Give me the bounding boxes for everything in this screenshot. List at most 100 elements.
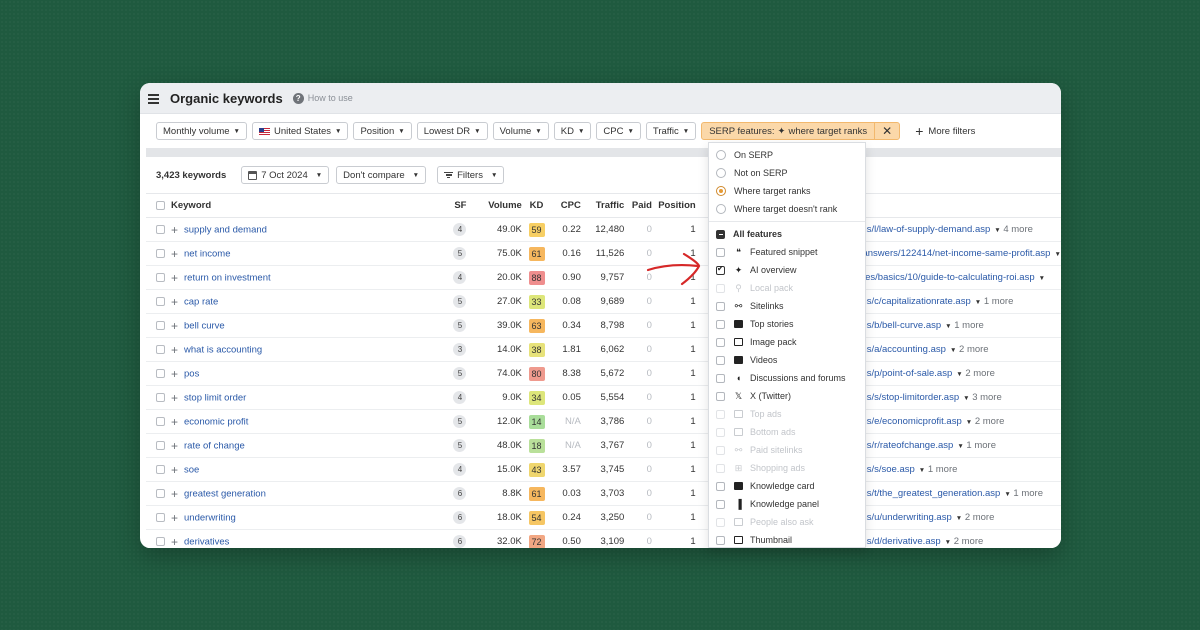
sf-cell[interactable]: 4 — [304, 385, 473, 410]
date-picker[interactable]: 7 Oct 2024 ▼ — [241, 166, 330, 184]
keyword-link[interactable]: cap rate — [184, 296, 218, 307]
sf-cell[interactable]: 5 — [304, 289, 473, 314]
row-checkbox[interactable] — [156, 249, 165, 258]
plus-icon[interactable]: + — [171, 367, 178, 381]
serp-features-filter[interactable]: SERP features: ✦ where target ranks ✕ — [701, 122, 901, 140]
more-urls[interactable]: 2 more — [965, 512, 995, 523]
feature-checkbox[interactable] — [716, 319, 725, 329]
chevron-down-icon[interactable]: ▼ — [975, 299, 981, 306]
sf-cell[interactable]: 4 — [304, 265, 473, 290]
filters-button[interactable]: Filters ▼ — [437, 166, 505, 184]
table-row[interactable]: + supply and demand 4 49.0K 59 0.22 12,480 0 1 er… — [146, 217, 1061, 242]
chevron-down-icon[interactable]: ▼ — [950, 347, 956, 354]
plus-icon[interactable]: + — [171, 535, 178, 549]
more-urls[interactable]: 4 more — [1003, 224, 1033, 235]
more-urls[interactable]: 2 more — [959, 344, 989, 355]
row-checkbox[interactable] — [156, 465, 165, 474]
keyword-link[interactable]: economic profit — [184, 416, 248, 427]
url-link[interactable]: erms/s/stop-limitorder.asp — [850, 392, 959, 403]
feature-checkbox[interactable] — [716, 247, 725, 257]
table-row[interactable]: + derivatives 6 32.0K 72 0.50 3,109 0 1 erms/d/de… — [146, 529, 1061, 549]
sf-badge[interactable]: 5 — [453, 319, 467, 332]
more-urls[interactable]: 2 more — [965, 368, 995, 379]
keyword-link[interactable]: supply and demand — [184, 224, 267, 235]
sf-badge[interactable]: 6 — [453, 535, 467, 548]
sf-badge[interactable]: 5 — [453, 439, 467, 452]
sf-cell[interactable]: 5 — [304, 313, 473, 338]
more-filters-button[interactable]: + More filters — [915, 123, 975, 139]
feature-option[interactable]: ✦ AI overview — [709, 261, 865, 279]
feature-checkbox[interactable] — [716, 481, 725, 491]
plus-icon[interactable]: + — [171, 463, 178, 477]
sf-cell[interactable]: 4 — [304, 217, 473, 242]
keyword-link[interactable]: what is accounting — [184, 344, 262, 355]
more-urls[interactable]: 2 more — [975, 416, 1005, 427]
sf-cell[interactable]: 5 — [304, 433, 473, 458]
table-row[interactable]: + what is accounting 3 14.0K 38 1.81 6,062 0 1 er… — [146, 337, 1061, 362]
more-urls[interactable]: 1 more — [984, 296, 1014, 307]
table-row[interactable]: + soe 4 15.0K 43 3.57 3,745 0 1 erms/s/soe.asp ▼ 1… — [146, 457, 1061, 482]
clear-filter-icon[interactable]: ✕ — [874, 123, 899, 139]
more-urls[interactable]: 1 more — [928, 464, 958, 475]
more-urls[interactable]: 1 more — [1013, 488, 1043, 499]
menu-icon[interactable] — [148, 93, 159, 104]
plus-icon[interactable]: + — [171, 223, 178, 237]
sf-badge[interactable]: 4 — [453, 271, 467, 284]
sf-cell[interactable]: 5 — [304, 241, 473, 266]
more-urls[interactable]: 1 more — [966, 440, 996, 451]
row-checkbox[interactable] — [156, 225, 165, 234]
row-checkbox[interactable] — [156, 273, 165, 282]
sf-badge[interactable]: 4 — [453, 391, 467, 404]
keyword-link[interactable]: soe — [184, 464, 199, 475]
keyword-link[interactable]: rate of change — [184, 440, 245, 451]
feature-option[interactable]: Thumbnail — [709, 531, 865, 547]
feature-checkbox[interactable] — [716, 391, 725, 401]
row-checkbox[interactable] — [156, 369, 165, 378]
feature-option[interactable]: ❝ Featured snippet — [709, 243, 865, 261]
row-checkbox[interactable] — [156, 297, 165, 306]
sf-badge[interactable]: 5 — [453, 415, 467, 428]
chevron-down-icon[interactable]: ▼ — [966, 419, 972, 426]
sf-badge[interactable]: 4 — [453, 463, 467, 476]
table-row[interactable]: + greatest generation 6 8.8K 61 0.03 3,703 0 1 er… — [146, 481, 1061, 506]
serp-option[interactable]: Where target doesn't rank — [709, 200, 865, 218]
plus-icon[interactable]: + — [171, 391, 178, 405]
all-features-checkbox[interactable] — [716, 229, 725, 239]
serp-features-open[interactable]: SERP features: ✦ where target ranks — [702, 126, 874, 137]
chevron-down-icon[interactable]: ▼ — [963, 395, 969, 402]
sf-cell[interactable]: 5 — [304, 409, 473, 434]
column-position[interactable]: Position — [651, 193, 696, 218]
country-dropdown[interactable]: United States ▼ — [251, 122, 349, 140]
keyword-link[interactable]: derivatives — [184, 536, 229, 547]
traffic-dropdown[interactable]: Traffic ▼ — [645, 122, 697, 140]
radio-button[interactable] — [716, 204, 726, 214]
row-checkbox[interactable] — [156, 345, 165, 354]
sf-badge[interactable]: 5 — [453, 295, 467, 308]
feature-checkbox[interactable] — [716, 355, 725, 365]
plus-icon[interactable]: + — [171, 247, 178, 261]
table-row[interactable]: + bell curve 5 39.0K 63 0.34 8,798 0 1 erms/b/bel… — [146, 313, 1061, 338]
how-to-use-link[interactable]: How to use — [308, 93, 353, 103]
cpc-dropdown[interactable]: CPC ▼ — [596, 122, 641, 140]
row-checkbox[interactable] — [156, 321, 165, 330]
sf-cell[interactable]: 4 — [304, 457, 473, 482]
keyword-link[interactable]: underwriting — [184, 512, 236, 523]
chevron-down-icon[interactable]: ▼ — [919, 467, 925, 474]
table-row[interactable]: + stop limit order 4 9.0K 34 0.05 5,554 0 1 erms/… — [146, 385, 1061, 410]
chevron-down-icon[interactable]: ▼ — [1004, 491, 1010, 498]
row-checkbox[interactable] — [156, 489, 165, 498]
row-checkbox[interactable] — [156, 393, 165, 402]
position-dropdown[interactable]: Position ▼ — [353, 122, 412, 140]
table-row[interactable]: + rate of change 5 48.0K 18 N/A 3,767 0 1 erms/r/… — [146, 433, 1061, 458]
all-features-option[interactable]: All features — [709, 225, 865, 243]
feature-option[interactable]: Image pack — [709, 333, 865, 351]
serp-option[interactable]: Where target ranks — [709, 182, 865, 200]
column-keyword[interactable]: Keyword — [146, 193, 305, 218]
feature-option[interactable]: 𝕏 X (Twitter) — [709, 387, 865, 405]
chevron-down-icon[interactable]: ▼ — [956, 371, 962, 378]
feature-option[interactable]: Knowledge card — [709, 477, 865, 495]
plus-icon[interactable]: + — [171, 487, 178, 501]
serp-option[interactable]: On SERP — [709, 146, 865, 164]
kd-dropdown[interactable]: KD ▼ — [553, 122, 592, 140]
plus-icon[interactable]: + — [171, 295, 178, 309]
